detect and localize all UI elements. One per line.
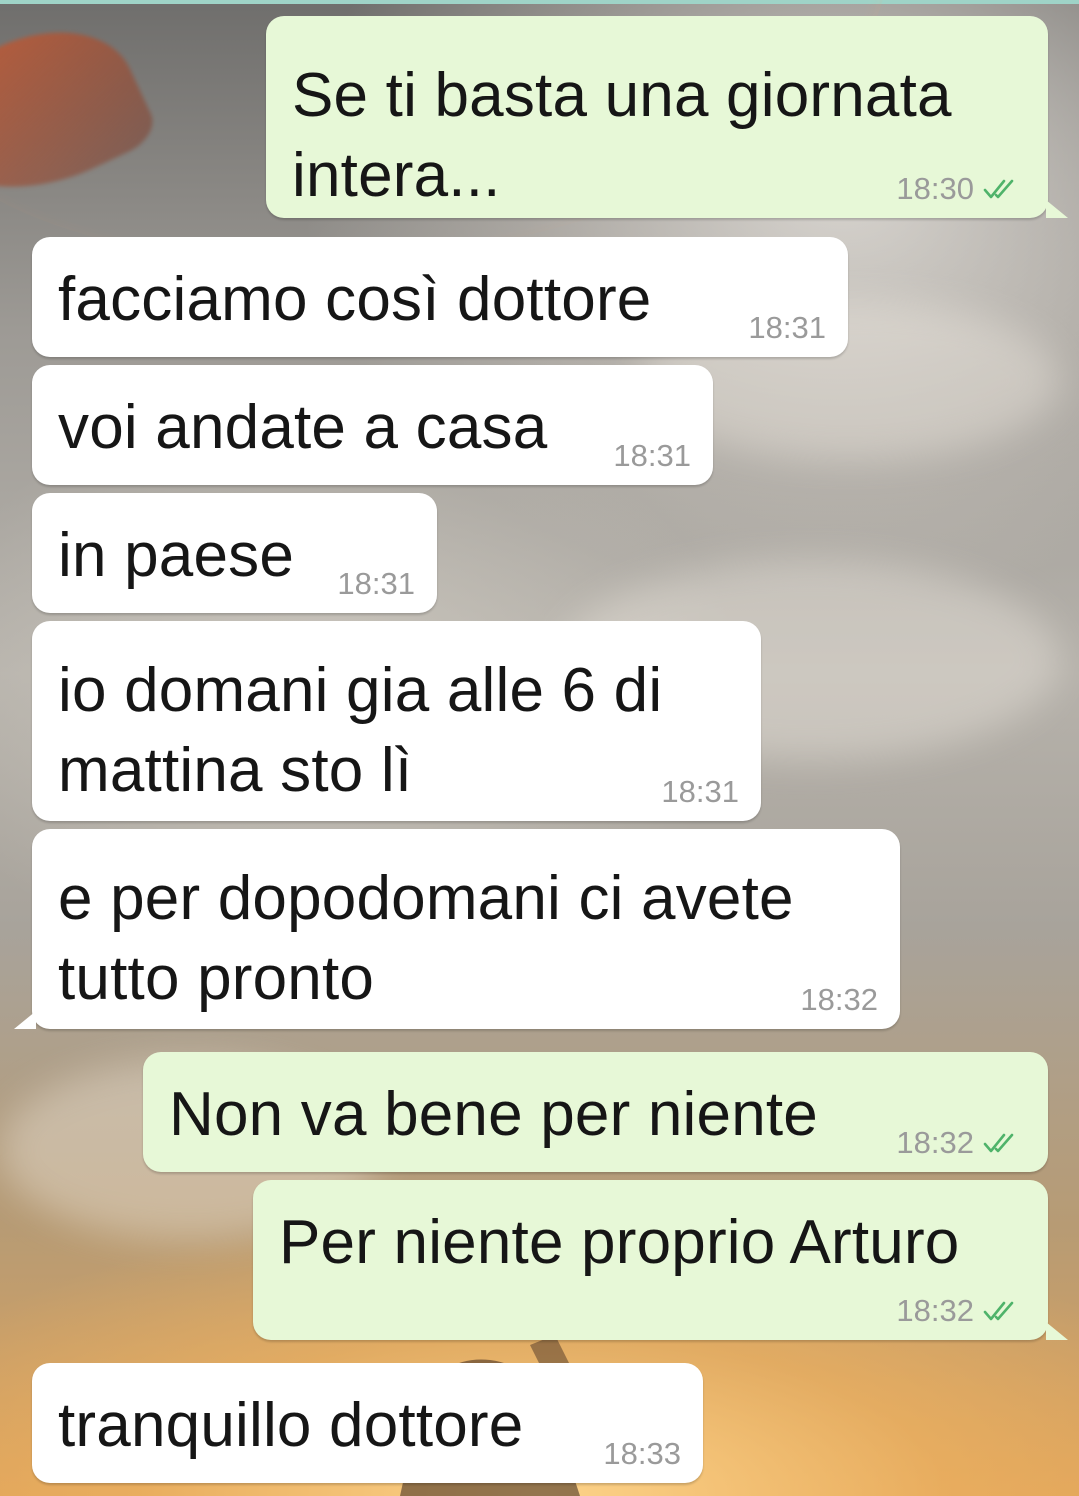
message-meta: 18:31: [337, 567, 415, 601]
message-text: Per niente proprio Arturo: [279, 1208, 960, 1277]
double-check-read-icon: [983, 179, 1014, 199]
message-time: 18:32: [800, 982, 878, 1017]
bubble-tail: [1046, 1322, 1068, 1340]
message-meta: 18:31: [613, 439, 691, 473]
message-bubble-outgoing[interactable]: Non va bene per niente 18:32: [143, 1052, 1048, 1172]
message-text: e per dopodomani ci avete tutto pronto: [58, 864, 794, 1013]
message-meta: 18:32: [896, 1294, 1026, 1328]
message-text: facciamo così dottore: [58, 265, 652, 334]
message-bubble-incoming[interactable]: tranquillo dottore 18:33: [32, 1363, 703, 1483]
message-text: voi andate a casa: [58, 393, 548, 462]
message-bubble-incoming[interactable]: in paese 18:31: [32, 493, 437, 613]
double-check-read-icon: [983, 1301, 1014, 1321]
message-bubble-incoming[interactable]: io domani gia alle 6 di mattina sto lì 1…: [32, 621, 761, 821]
message-bubble-incoming[interactable]: voi andate a casa 18:31: [32, 365, 713, 485]
message-text: Non va bene per niente: [169, 1080, 818, 1149]
message-time: 18:32: [896, 1293, 974, 1328]
message-time: 18:33: [603, 1436, 681, 1471]
message-meta: 18:30: [896, 172, 1026, 206]
message-meta: 18:33: [603, 1437, 681, 1471]
bubble-tail: [14, 1011, 36, 1029]
message-time: 18:31: [748, 310, 826, 345]
message-bubble-outgoing[interactable]: Se ti basta una giornata intera... 18:30: [266, 16, 1048, 218]
message-text: io domani gia alle 6 di mattina sto lì: [58, 656, 663, 805]
message-bubble-incoming[interactable]: facciamo così dottore 18:31: [32, 237, 848, 357]
message-time: 18:32: [896, 1125, 974, 1160]
double-check-read-icon: [983, 1133, 1014, 1153]
message-bubble-incoming[interactable]: e per dopodomani ci avete tutto pronto 1…: [32, 829, 900, 1029]
message-time: 18:31: [337, 566, 415, 601]
message-time: 18:31: [661, 774, 739, 809]
message-text: in paese: [58, 521, 295, 590]
message-list[interactable]: Se ti basta una giornata intera... 18:30…: [0, 0, 1079, 1496]
message-bubble-outgoing[interactable]: Per niente proprio Arturo 18:32: [253, 1180, 1048, 1340]
message-time: 18:31: [613, 438, 691, 473]
message-meta: 18:32: [800, 983, 878, 1017]
message-time: 18:30: [896, 171, 974, 206]
message-meta: 18:31: [661, 775, 739, 809]
message-text: tranquillo dottore: [58, 1391, 524, 1460]
bubble-tail: [1046, 200, 1068, 218]
message-meta: 18:31: [748, 311, 826, 345]
message-meta: 18:32: [896, 1126, 1026, 1160]
message-text: Se ti basta una giornata intera...: [292, 61, 952, 210]
